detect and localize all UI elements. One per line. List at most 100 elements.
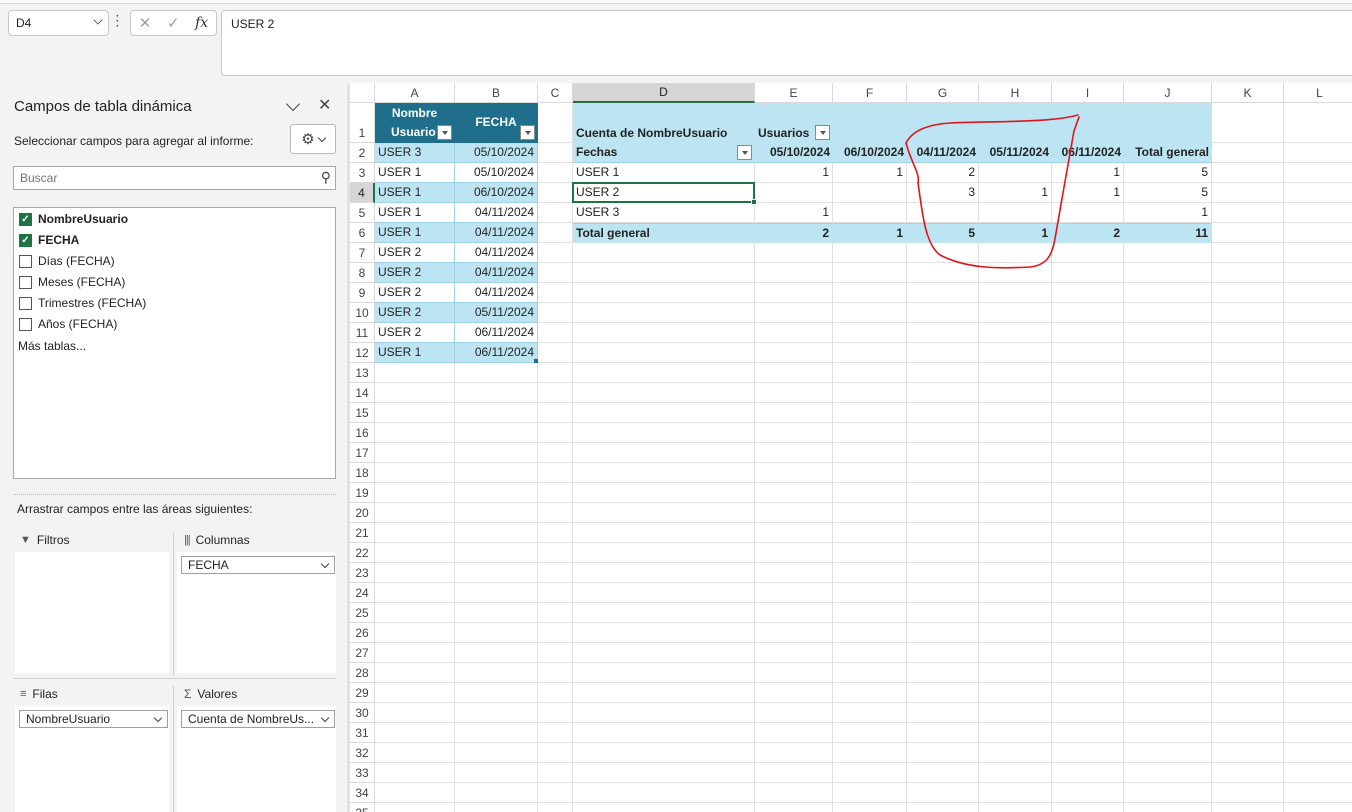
cell[interactable] [1052,623,1124,643]
cell[interactable] [375,763,455,783]
cell[interactable] [979,383,1052,403]
field-item-fecha[interactable]: ✓ FECHA [19,231,79,249]
cell[interactable] [1124,703,1212,723]
cell[interactable] [538,263,573,283]
pivot-row-label[interactable]: USER 2 [573,183,755,203]
row-header-12[interactable]: 12 [350,343,375,363]
cell[interactable] [755,783,833,803]
row-header-26[interactable]: 26 [350,623,375,643]
cell[interactable] [833,283,907,303]
cell[interactable] [1212,403,1284,423]
filters-drop-area[interactable] [15,552,169,673]
cell[interactable] [755,343,833,363]
column-header-e[interactable]: E [755,83,833,103]
table-cell-user[interactable]: USER 2 [375,303,455,323]
table-cell-user[interactable]: USER 1 [375,163,455,183]
cell[interactable] [538,723,573,743]
cell[interactable] [1284,303,1352,323]
pivot-value-cell[interactable]: 1 [1124,203,1212,223]
cell[interactable] [1212,483,1284,503]
cell[interactable] [1284,403,1352,423]
cell[interactable] [755,803,833,812]
cell[interactable] [1212,423,1284,443]
cell[interactable] [1052,743,1124,763]
cell[interactable] [979,603,1052,623]
row-header-32[interactable]: 32 [350,743,375,763]
cell[interactable] [755,563,833,583]
cell[interactable] [573,503,755,523]
cell[interactable] [1284,643,1352,663]
table-cell-user[interactable]: USER 1 [375,343,455,363]
cell[interactable] [1212,523,1284,543]
cell[interactable] [538,163,573,183]
checkbox[interactable] [19,254,32,268]
field-item-nombreusuario[interactable]: ✓ NombreUsuario [19,210,128,228]
cell[interactable] [573,523,755,543]
cell[interactable] [538,443,573,463]
cell[interactable] [1212,803,1284,812]
cell[interactable] [1052,483,1124,503]
cell[interactable] [1052,343,1124,363]
cell[interactable] [1212,603,1284,623]
chevron-down-icon[interactable] [285,96,301,112]
row-header-18[interactable]: 18 [350,463,375,483]
row-header-25[interactable]: 25 [350,603,375,623]
cell[interactable] [455,683,538,703]
cell[interactable] [833,743,907,763]
pivot-value-cell[interactable]: 1 [1052,183,1124,203]
row-header-2[interactable]: 2 [350,143,375,163]
cell[interactable] [375,503,455,523]
cell[interactable] [1212,243,1284,263]
cell[interactable] [979,663,1052,683]
row-header-13[interactable]: 13 [350,363,375,383]
pivot-total-label[interactable]: Total general [573,223,755,243]
cell[interactable] [755,323,833,343]
cell[interactable] [1284,243,1352,263]
cell[interactable] [538,643,573,663]
column-header-k[interactable]: K [1212,83,1284,103]
cell[interactable] [907,563,979,583]
cell[interactable] [375,623,455,643]
cell[interactable] [833,403,907,423]
table-header-fecha[interactable]: FECHA [455,103,538,143]
cell[interactable] [907,643,979,663]
cell[interactable] [1052,583,1124,603]
pivot-value-cell[interactable]: 1 [979,183,1052,203]
close-icon[interactable]: ✕ [318,95,331,115]
cell[interactable] [538,543,573,563]
cell[interactable] [538,623,573,643]
cell[interactable] [979,563,1052,583]
cell[interactable] [833,323,907,343]
row-header-3[interactable]: 3 [350,163,375,183]
checkbox[interactable] [19,317,32,331]
table-cell-date[interactable]: 04/11/2024 [455,263,538,283]
cell[interactable] [979,643,1052,663]
cell[interactable] [1212,723,1284,743]
cell[interactable] [1124,723,1212,743]
checkbox-checked[interactable]: ✓ [19,212,32,226]
cell[interactable] [573,563,755,583]
cell[interactable] [755,403,833,423]
pivot-row-label[interactable]: USER 1 [573,163,755,183]
cell[interactable] [1124,483,1212,503]
fill-handle[interactable] [751,199,757,205]
cell[interactable] [1212,323,1284,343]
cell[interactable] [833,603,907,623]
cell[interactable] [1124,323,1212,343]
rows-drop-area[interactable]: NombreUsuario [15,706,169,812]
cell[interactable] [979,263,1052,283]
more-tables-link[interactable]: Más tablas... [18,339,86,353]
cell[interactable] [1212,143,1284,163]
cell[interactable] [1052,783,1124,803]
cell[interactable] [1284,723,1352,743]
cell[interactable] [755,763,833,783]
cell[interactable] [979,323,1052,343]
cell[interactable] [455,543,538,563]
pivot-value-cell[interactable] [979,203,1052,223]
cell[interactable] [979,243,1052,263]
cell[interactable] [573,483,755,503]
cell[interactable] [907,663,979,683]
cell[interactable] [573,583,755,603]
table-header-nombreusuario[interactable]: Nombre Usuario [375,103,455,143]
cell[interactable] [1212,283,1284,303]
